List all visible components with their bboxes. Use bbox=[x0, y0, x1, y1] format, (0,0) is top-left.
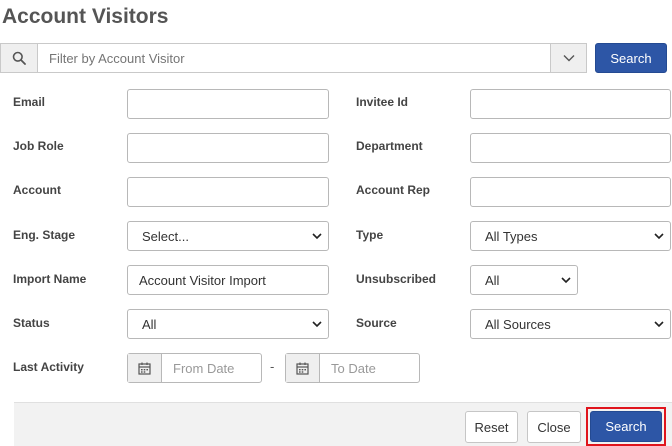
source-label: Source bbox=[356, 316, 397, 330]
unsubscribed-label: Unsubscribed bbox=[356, 272, 437, 286]
unsubscribed-select[interactable]: All bbox=[470, 265, 578, 295]
job-role-label: Job Role bbox=[13, 139, 64, 153]
status-select[interactable]: All bbox=[127, 309, 329, 339]
eng-stage-select[interactable]: Select... bbox=[127, 221, 329, 251]
search-button[interactable]: Search bbox=[595, 43, 667, 73]
type-select[interactable]: All Types bbox=[470, 221, 671, 251]
chevron-down-icon bbox=[312, 321, 322, 328]
account-rep-label: Account Rep bbox=[356, 183, 431, 197]
footer-search-button[interactable]: Search bbox=[590, 411, 662, 442]
eng-stage-value: Select... bbox=[142, 228, 189, 244]
chevron-down-icon[interactable] bbox=[550, 44, 586, 72]
from-date-field[interactable]: From Date bbox=[127, 353, 262, 383]
chevron-down-icon bbox=[654, 321, 664, 328]
status-value: All bbox=[142, 316, 157, 332]
to-date-field[interactable]: To Date bbox=[285, 353, 420, 383]
search-bar bbox=[0, 43, 587, 73]
source-select[interactable]: All Sources bbox=[470, 309, 671, 339]
unsubscribed-value: All bbox=[485, 272, 500, 288]
type-label: Type bbox=[356, 228, 384, 242]
import-name-label: Import Name bbox=[13, 272, 87, 286]
page-title: Account Visitors bbox=[2, 5, 169, 28]
chevron-down-icon bbox=[561, 277, 571, 284]
email-label: Email bbox=[13, 95, 46, 109]
reset-button[interactable]: Reset bbox=[465, 411, 518, 443]
search-icon bbox=[1, 44, 38, 72]
department-label: Department bbox=[356, 139, 423, 153]
from-date-placeholder: From Date bbox=[173, 360, 235, 376]
calendar-icon[interactable] bbox=[128, 354, 162, 382]
chevron-down-icon bbox=[312, 233, 322, 240]
type-value: All Types bbox=[485, 228, 538, 244]
invitee-id-label: Invitee Id bbox=[356, 95, 409, 109]
account-rep-field[interactable] bbox=[470, 177, 671, 207]
calendar-icon[interactable] bbox=[286, 354, 320, 382]
status-label: Status bbox=[13, 316, 50, 330]
date-separator: - bbox=[270, 359, 275, 374]
invitee-id-field[interactable] bbox=[470, 89, 671, 119]
account-field[interactable] bbox=[127, 177, 329, 207]
import-name-field[interactable]: Account Visitor Import bbox=[127, 265, 329, 295]
department-field[interactable] bbox=[470, 133, 671, 163]
source-value: All Sources bbox=[485, 316, 551, 332]
email-field[interactable] bbox=[127, 89, 329, 119]
job-role-field[interactable] bbox=[127, 133, 329, 163]
chevron-down-icon bbox=[654, 233, 664, 240]
search-input[interactable] bbox=[49, 51, 529, 66]
close-button[interactable]: Close bbox=[527, 411, 581, 443]
to-date-placeholder: To Date bbox=[331, 360, 376, 376]
eng-stage-label: Eng. Stage bbox=[13, 228, 76, 242]
account-label: Account bbox=[13, 183, 61, 197]
last-activity-label: Last Activity bbox=[13, 360, 84, 374]
